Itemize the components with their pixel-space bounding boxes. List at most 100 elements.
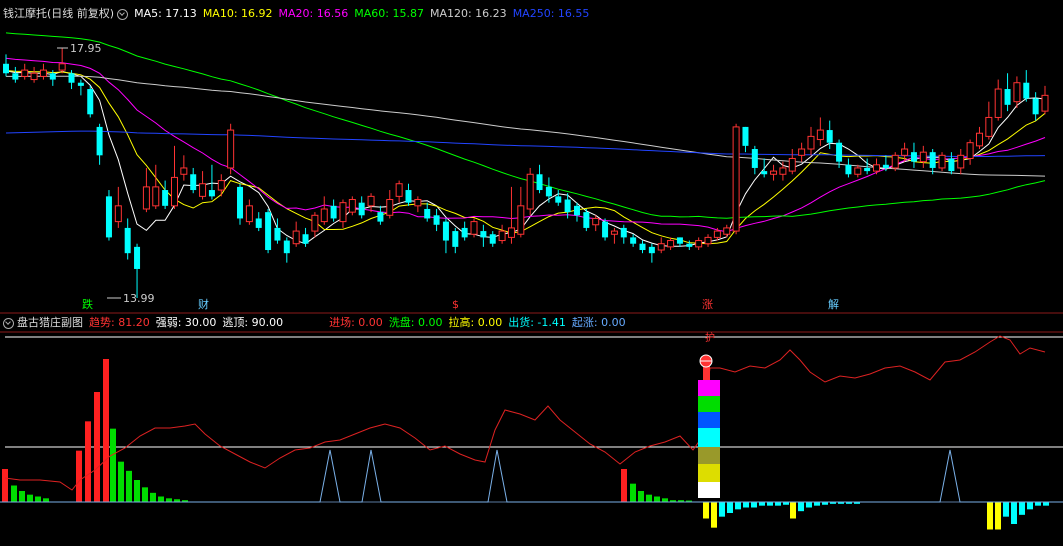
sub-bar [995,502,1001,530]
candle-body-up [610,230,618,235]
candle-body-down [751,149,758,168]
sub-bar [790,502,796,519]
candle-body-down [3,63,9,74]
sub-bar [654,496,660,502]
candle-body-up [798,148,806,156]
sub-bar [814,502,820,506]
sub-bar [798,502,804,512]
sub-bar [735,502,741,510]
candle-body-up [470,221,478,235]
candle-body-up [170,176,178,207]
candle-body-down [377,212,384,222]
sub-bar [719,502,725,517]
candle-body-up [919,151,927,163]
sub-bar [94,392,100,502]
sub-trigger-line [0,449,1063,503]
candle-body-down [162,190,169,206]
candle-body-down [1032,98,1039,115]
sub-trend-line [4,335,1046,491]
candle-body-up [30,72,38,81]
signal-block [698,447,720,464]
sub-bar [743,502,749,508]
sub-bar [150,492,156,502]
candle-body-up [667,240,675,248]
candle-body-down [583,212,590,228]
candle-body-up [1013,82,1021,103]
candle-body-down [358,202,365,216]
sub-bar [662,498,668,502]
candle-body-down [602,221,609,238]
candle-body-up [938,154,946,169]
candle-body-down [330,205,337,219]
candle-body-up [339,202,347,223]
candle-body-down [948,158,955,172]
candle-body-down [424,208,431,219]
candle-body-up [723,227,731,235]
signal-block [698,396,720,412]
candle-body-down [489,234,496,244]
candle-body-up [695,240,703,248]
candle-body-up [704,236,712,245]
candle-body-up [807,135,815,150]
ma-line [5,130,1046,157]
candle-body-up [788,157,796,172]
candle-body-down [190,174,197,191]
price-chart[interactable]: 17.95 13.99 护 [0,0,1063,546]
candle-body-down [910,152,917,162]
candle-body-up [994,88,1002,118]
candle-body-down [49,73,56,80]
signal-block [698,412,720,428]
sub-bar [806,502,812,508]
candle-body-down [742,126,749,146]
candle-body-up [39,69,47,77]
candle-body-down [461,227,468,238]
candle-body-up [227,129,235,169]
candle-body-down [87,89,94,115]
candle-body-down [573,205,580,216]
candle-body-up [713,230,721,238]
candle-body-down [555,196,562,203]
candle-body-up [891,154,899,169]
ma-line [5,32,1046,219]
candle-body-down [265,212,272,251]
candle-body-down [105,196,112,238]
candle-body-up [217,180,225,191]
candle-body-down [433,215,440,225]
sub-bar [142,487,148,502]
candle-body-up [395,183,403,197]
signal-tag: 护 [705,331,715,344]
ma-lines [5,32,1046,247]
candle-body-down [686,243,693,247]
candle-body-down [639,243,646,251]
ma-line [6,75,1046,177]
sub-bar [19,491,25,502]
sub-bar [27,494,33,502]
candle-body-down [442,221,449,241]
candle-body-down [1023,82,1030,99]
candle-body-down [452,231,459,247]
candle-body-down [1004,89,1011,105]
candle-body-down [761,171,768,175]
candle-body-up [816,129,824,141]
sub-bar [76,450,82,502]
sub-bar [11,485,17,502]
candle-body-up [779,167,787,175]
sub-bar [621,469,627,502]
sub-bar [1035,502,1041,506]
low-label: 13.99 [123,292,155,305]
sub-bar [638,491,644,502]
candle-body-up [58,63,66,71]
sub-bar [110,428,116,502]
sub-bar [35,496,41,502]
candle-body-up [975,132,983,147]
candle-body-down [845,164,852,175]
candle-body-down [283,240,290,254]
candle-body-up [498,230,506,242]
candle-body-down [929,152,936,168]
sub-bars [2,359,1049,530]
ma-line [5,70,1046,247]
candle-body-down [648,246,655,254]
candle-body-up [367,195,375,207]
signal-block [698,464,720,482]
candle-body-down [826,130,833,143]
